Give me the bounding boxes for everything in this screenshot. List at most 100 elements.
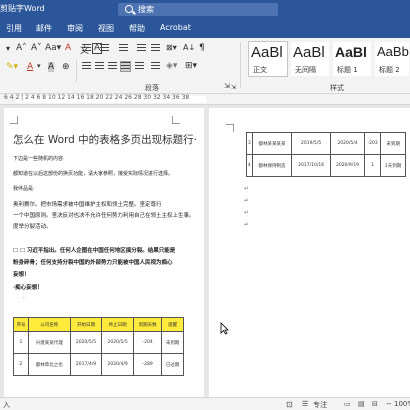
table-cell[interactable]: 已过期 <box>161 353 184 376</box>
table-header-cell[interactable]: 开始日期 <box>69 317 103 332</box>
decrease-indent-icon[interactable] <box>137 44 146 53</box>
table-header-cell[interactable]: 到期天数 <box>132 317 163 332</box>
body-paragraph[interactable]: 我伴品是· <box>13 185 35 192</box>
table-cell[interactable]: 2020/5/5 <box>69 331 103 354</box>
show-marks-icon[interactable]: ¶ <box>199 43 205 53</box>
style-sample: AaBl <box>293 44 325 61</box>
body-paragraph[interactable]: 度举分裂活动。 <box>13 222 52 230</box>
focus-icon[interactable]: ☰ <box>302 400 308 408</box>
window-title: 剪贴字Word <box>0 4 45 13</box>
shading-icon[interactable]: ◈▾ <box>166 61 177 71</box>
align-left-icon[interactable] <box>82 62 91 71</box>
table-cell[interactable]: 都林草北之也 <box>27 353 71 376</box>
table-cell[interactable]: 都林保持制造 <box>251 154 293 177</box>
shrink-font-icon[interactable]: A˅ <box>31 43 42 53</box>
style-no-spacing[interactable]: AaBl 无间隔 <box>290 41 330 77</box>
table-cell[interactable]: 1 <box>13 331 29 354</box>
table-header-cell[interactable]: 提醒 <box>161 317 184 332</box>
body-paragraph[interactable]: 妄想！ <box>13 270 30 278</box>
horizontal-ruler[interactable]: 6 4 2 | 2 4 6 8 10 12 14 16 18 20 22 24 … <box>0 94 410 105</box>
body-paragraph[interactable]: 奥利赛尔。把市场需求被中国维护主权和领土完整。坚定尊行 <box>13 200 162 208</box>
table-cell[interactable]: -204 <box>132 331 163 354</box>
status-left-text: 入 <box>3 401 10 409</box>
print-layout-icon[interactable]: ▤ <box>358 400 365 408</box>
body-paragraph[interactable]: 都知道在以后这部份的换页功能，请大家参照，接受实际情况进行选择。 <box>13 170 173 177</box>
table-cell[interactable]: 未到期 <box>380 132 406 155</box>
style-heading-2[interactable]: AaBbC 标题 2 <box>374 41 410 77</box>
borders-icon[interactable]: ⊞▾ <box>185 61 197 71</box>
line-spacing-icon[interactable] <box>151 62 160 71</box>
font-color-dropdown-icon[interactable]: ▾ <box>37 62 41 70</box>
zoom-level[interactable]: 100% <box>394 400 410 408</box>
tab-mailings[interactable]: 邮件 <box>36 23 52 34</box>
margin-corner-mark <box>226 124 234 132</box>
macro-record-icon[interactable]: ⊡ <box>286 400 293 409</box>
document-heading[interactable]: 怎么在 Word 中的表格多页出现标题行· <box>13 132 197 147</box>
table-cell[interactable]: 2020/9/19 <box>329 154 366 177</box>
table-cell[interactable]: 未到期 <box>161 331 184 354</box>
body-paragraph[interactable]: 一个中国原则。坚决反对也决不允许任何势力利用自己在领土主权上生事。 <box>13 211 195 219</box>
increase-indent-icon[interactable] <box>151 44 160 53</box>
bullets-icon[interactable] <box>82 44 91 53</box>
separator <box>76 60 77 82</box>
table-cell[interactable]: 都林某某某某 <box>251 132 293 155</box>
numbering-icon[interactable] <box>100 44 109 53</box>
table-cell[interactable]: 1 <box>364 154 382 177</box>
sort-icon[interactable]: A↓ <box>183 43 195 52</box>
paragraph-launcher-icon[interactable]: ⇲ <box>224 82 230 90</box>
table-header-cell[interactable]: 公司名称 <box>27 317 71 332</box>
table-cell[interactable]: 2017/4/9 <box>69 353 103 376</box>
body-paragraph[interactable]: ·痴心妄想！ <box>13 283 43 291</box>
continued-table[interactable]: 3 都林某某某某 2019/5/5 2020/5/4 -203 未到期 4 都林… <box>246 132 406 177</box>
char-shading-icon[interactable]: A <box>48 62 55 72</box>
font-launcher-icon[interactable]: ⇲ <box>231 84 236 91</box>
table-cell[interactable]: 2020/5/4 <box>329 132 366 155</box>
table-cell[interactable]: 1天到期 <box>380 154 406 177</box>
multilevel-list-icon[interactable] <box>119 44 128 53</box>
table-cell[interactable]: 2020/5/5 <box>101 331 134 354</box>
separator <box>240 42 241 88</box>
chinese-layout-icon[interactable]: ⊠▾ <box>166 43 177 52</box>
style-name: 标题 2 <box>379 66 400 74</box>
clear-formatting-icon[interactable]: A <box>65 43 71 53</box>
focus-label[interactable]: 专注 <box>313 400 327 410</box>
tab-references[interactable]: 引用 <box>6 23 22 34</box>
body-paragraph[interactable]: 粉身碎骨；任何支持分裂中国的外部势力只能被中国人民视为痴心 <box>13 258 173 266</box>
style-normal[interactable]: AaBl 正文 <box>248 41 288 77</box>
change-case-icon[interactable]: Aa▾ <box>45 43 61 53</box>
data-table[interactable]: 序号 公司名称 开始日期 终止日期 到期天数 提醒 1 兴建某某代理 2020/… <box>13 317 184 376</box>
paragraph-mark: ↵ <box>244 221 250 228</box>
table-header-row: 序号 公司名称 开始日期 终止日期 到期天数 提醒 <box>13 317 184 332</box>
tab-help[interactable]: 帮助 <box>129 23 145 34</box>
zoom-out-icon[interactable]: − <box>386 400 392 408</box>
body-paragraph[interactable]: · <box>23 295 25 301</box>
grow-font-icon[interactable]: A˄ <box>16 43 27 53</box>
table-cell[interactable]: 2020/4/9 <box>101 353 134 376</box>
table-cell[interactable]: 2019/5/5 <box>291 132 331 155</box>
align-center-icon[interactable] <box>95 62 104 71</box>
tab-acrobat[interactable]: Acrobat <box>160 23 191 32</box>
align-right-icon[interactable] <box>108 62 117 71</box>
read-mode-icon[interactable]: ▭ <box>344 400 351 408</box>
table-cell[interactable]: -289 <box>132 353 163 376</box>
justify-icon[interactable] <box>120 61 131 72</box>
distributed-icon[interactable] <box>135 62 144 71</box>
tab-review[interactable]: 审阅 <box>67 23 83 34</box>
font-color-icon[interactable]: A <box>27 62 33 72</box>
search-box[interactable]: 搜索 <box>118 3 278 16</box>
enclose-char-icon[interactable]: ⊕ <box>62 62 70 72</box>
table-cell[interactable]: 2 <box>13 353 29 376</box>
table-header-cell[interactable]: 终止日期 <box>101 317 134 332</box>
table-cell[interactable]: 2017/10/16 <box>291 154 331 177</box>
tab-view[interactable]: 视图 <box>98 23 114 34</box>
table-cell[interactable]: -203 <box>364 132 382 155</box>
highlight-icon[interactable]: ✎▾ <box>6 62 18 72</box>
web-layout-icon[interactable]: ⊟ <box>372 400 378 408</box>
style-heading-1[interactable]: AaBl 标题 1 <box>332 41 372 77</box>
table-header-cell[interactable]: 序号 <box>13 317 29 332</box>
bold-fragment-icon[interactable]: ▾ <box>6 44 10 53</box>
table-cell[interactable]: 兴建某某代理 <box>27 331 71 354</box>
styles-group-label: 样式 <box>330 84 344 92</box>
body-paragraph[interactable]: 下边是一些随机的内容· <box>13 155 65 162</box>
body-paragraph[interactable]: ☐ ☐ 习近平指出。任何人企图在中国任何地区搞分裂。结果只能是 <box>13 246 175 254</box>
